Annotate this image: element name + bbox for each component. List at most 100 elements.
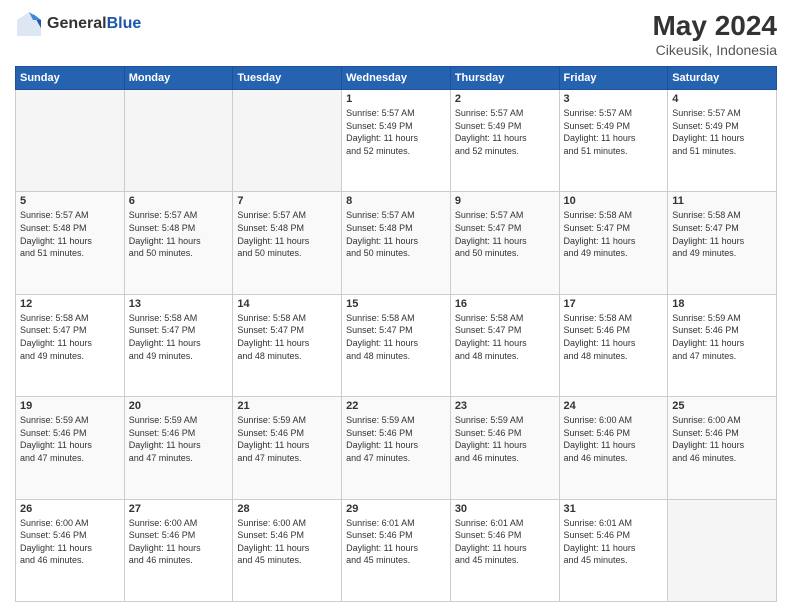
location: Cikeusik, Indonesia bbox=[652, 42, 777, 58]
day-info: Sunrise: 5:58 AM Sunset: 5:47 PM Dayligh… bbox=[564, 209, 664, 259]
calendar-cell: 20 Sunrise: 5:59 AM Sunset: 5:46 PM Dayli… bbox=[124, 397, 233, 499]
day-number: 18 bbox=[672, 298, 772, 310]
calendar-cell: 9 Sunrise: 5:57 AM Sunset: 5:47 PM Daylig… bbox=[450, 192, 559, 294]
day-number: 23 bbox=[455, 400, 555, 412]
day-info: Sunrise: 6:01 AM Sunset: 5:46 PM Dayligh… bbox=[455, 517, 555, 567]
weekday-header-saturday: Saturday bbox=[668, 67, 777, 90]
day-info: Sunrise: 5:57 AM Sunset: 5:49 PM Dayligh… bbox=[455, 107, 555, 157]
calendar-cell bbox=[668, 499, 777, 601]
day-info: Sunrise: 5:57 AM Sunset: 5:48 PM Dayligh… bbox=[346, 209, 446, 259]
weekday-header-sunday: Sunday bbox=[16, 67, 125, 90]
calendar-cell: 1Sunrise: 5:57 AM Sunset: 5:49 PM Daylig… bbox=[342, 90, 451, 192]
day-number: 13 bbox=[129, 298, 229, 310]
day-number: 22 bbox=[346, 400, 446, 412]
day-number: 5 bbox=[20, 195, 120, 207]
calendar-table: SundayMondayTuesdayWednesdayThursdayFrid… bbox=[15, 66, 777, 602]
calendar-week-3: 12 Sunrise: 5:58 AM Sunset: 5:47 PM Dayli… bbox=[16, 294, 777, 396]
month-year: May 2024 bbox=[652, 10, 777, 42]
weekday-header-row: SundayMondayTuesdayWednesdayThursdayFrid… bbox=[16, 67, 777, 90]
calendar-cell: 24Sunrise: 6:00 AM Sunset: 5:46 PM Dayli… bbox=[559, 397, 668, 499]
day-number: 2 bbox=[455, 93, 555, 105]
calendar-cell: 31 Sunrise: 6:01 AM Sunset: 5:46 PM Dayli… bbox=[559, 499, 668, 601]
day-number: 17 bbox=[564, 298, 664, 310]
calendar-cell: 21Sunrise: 5:59 AM Sunset: 5:46 PM Dayli… bbox=[233, 397, 342, 499]
day-info: Sunrise: 6:00 AM Sunset: 5:46 PM Dayligh… bbox=[129, 517, 229, 567]
calendar-cell bbox=[16, 90, 125, 192]
day-info: Sunrise: 5:59 AM Sunset: 5:46 PM Dayligh… bbox=[129, 414, 229, 464]
day-info: Sunrise: 5:57 AM Sunset: 5:47 PM Dayligh… bbox=[455, 209, 555, 259]
calendar-cell: 29Sunrise: 6:01 AM Sunset: 5:46 PM Dayli… bbox=[342, 499, 451, 601]
day-number: 25 bbox=[672, 400, 772, 412]
day-info: Sunrise: 6:00 AM Sunset: 5:46 PM Dayligh… bbox=[20, 517, 120, 567]
day-number: 14 bbox=[237, 298, 337, 310]
calendar-cell: 2 Sunrise: 5:57 AM Sunset: 5:49 PM Daylig… bbox=[450, 90, 559, 192]
day-number: 31 bbox=[564, 503, 664, 515]
calendar-cell: 5 Sunrise: 5:57 AM Sunset: 5:48 PM Daylig… bbox=[16, 192, 125, 294]
day-info: Sunrise: 5:57 AM Sunset: 5:48 PM Dayligh… bbox=[20, 209, 120, 259]
day-number: 19 bbox=[20, 400, 120, 412]
calendar-cell: 8 Sunrise: 5:57 AM Sunset: 5:48 PM Daylig… bbox=[342, 192, 451, 294]
day-number: 27 bbox=[129, 503, 229, 515]
calendar-cell: 6Sunrise: 5:57 AM Sunset: 5:48 PM Daylig… bbox=[124, 192, 233, 294]
weekday-header-wednesday: Wednesday bbox=[342, 67, 451, 90]
calendar-cell: 3 Sunrise: 5:57 AM Sunset: 5:49 PM Daylig… bbox=[559, 90, 668, 192]
calendar-cell: 30Sunrise: 6:01 AM Sunset: 5:46 PM Dayli… bbox=[450, 499, 559, 601]
calendar-week-2: 5 Sunrise: 5:57 AM Sunset: 5:48 PM Daylig… bbox=[16, 192, 777, 294]
calendar-cell: 14Sunrise: 5:58 AM Sunset: 5:47 PM Dayli… bbox=[233, 294, 342, 396]
calendar-cell bbox=[124, 90, 233, 192]
day-info: Sunrise: 5:59 AM Sunset: 5:46 PM Dayligh… bbox=[20, 414, 120, 464]
day-number: 7 bbox=[237, 195, 337, 207]
header: GeneralBlue May 2024 Cikeusik, Indonesia bbox=[15, 10, 777, 58]
day-number: 8 bbox=[346, 195, 446, 207]
calendar-cell: 23 Sunrise: 5:59 AM Sunset: 5:46 PM Dayli… bbox=[450, 397, 559, 499]
day-number: 9 bbox=[455, 195, 555, 207]
day-number: 11 bbox=[672, 195, 772, 207]
day-info: Sunrise: 5:57 AM Sunset: 5:48 PM Dayligh… bbox=[237, 209, 337, 259]
day-info: Sunrise: 5:58 AM Sunset: 5:47 PM Dayligh… bbox=[672, 209, 772, 259]
day-number: 26 bbox=[20, 503, 120, 515]
day-info: Sunrise: 5:58 AM Sunset: 5:46 PM Dayligh… bbox=[564, 312, 664, 362]
day-number: 24 bbox=[564, 400, 664, 412]
day-info: Sunrise: 5:57 AM Sunset: 5:49 PM Dayligh… bbox=[346, 107, 446, 157]
day-number: 6 bbox=[129, 195, 229, 207]
calendar-cell: 7 Sunrise: 5:57 AM Sunset: 5:48 PM Daylig… bbox=[233, 192, 342, 294]
calendar-cell: 4Sunrise: 5:57 AM Sunset: 5:49 PM Daylig… bbox=[668, 90, 777, 192]
calendar-week-4: 19 Sunrise: 5:59 AM Sunset: 5:46 PM Dayli… bbox=[16, 397, 777, 499]
calendar-cell: 26 Sunrise: 6:00 AM Sunset: 5:46 PM Dayli… bbox=[16, 499, 125, 601]
day-number: 3 bbox=[564, 93, 664, 105]
calendar-cell: 28 Sunrise: 6:00 AM Sunset: 5:46 PM Dayli… bbox=[233, 499, 342, 601]
day-number: 15 bbox=[346, 298, 446, 310]
logo-text: GeneralBlue bbox=[47, 15, 141, 33]
day-info: Sunrise: 5:59 AM Sunset: 5:46 PM Dayligh… bbox=[455, 414, 555, 464]
title-block: May 2024 Cikeusik, Indonesia bbox=[652, 10, 777, 58]
day-number: 12 bbox=[20, 298, 120, 310]
weekday-header-tuesday: Tuesday bbox=[233, 67, 342, 90]
calendar-cell: 19 Sunrise: 5:59 AM Sunset: 5:46 PM Dayli… bbox=[16, 397, 125, 499]
day-number: 16 bbox=[455, 298, 555, 310]
calendar-cell: 15 Sunrise: 5:58 AM Sunset: 5:47 PM Dayli… bbox=[342, 294, 451, 396]
calendar-week-1: 1Sunrise: 5:57 AM Sunset: 5:49 PM Daylig… bbox=[16, 90, 777, 192]
day-number: 28 bbox=[237, 503, 337, 515]
day-number: 29 bbox=[346, 503, 446, 515]
day-info: Sunrise: 6:00 AM Sunset: 5:46 PM Dayligh… bbox=[672, 414, 772, 464]
weekday-header-monday: Monday bbox=[124, 67, 233, 90]
calendar-cell bbox=[233, 90, 342, 192]
page: GeneralBlue May 2024 Cikeusik, Indonesia… bbox=[0, 0, 792, 612]
calendar-cell: 10 Sunrise: 5:58 AM Sunset: 5:47 PM Dayli… bbox=[559, 192, 668, 294]
calendar-cell: 22 Sunrise: 5:59 AM Sunset: 5:46 PM Dayli… bbox=[342, 397, 451, 499]
calendar-cell: 12Sunrise: 5:58 AM Sunset: 5:47 PM Dayli… bbox=[16, 294, 125, 396]
weekday-header-thursday: Thursday bbox=[450, 67, 559, 90]
day-info: Sunrise: 5:58 AM Sunset: 5:47 PM Dayligh… bbox=[346, 312, 446, 362]
calendar-cell: 11 Sunrise: 5:58 AM Sunset: 5:47 PM Dayli… bbox=[668, 192, 777, 294]
calendar-cell: 27 Sunrise: 6:00 AM Sunset: 5:46 PM Dayli… bbox=[124, 499, 233, 601]
day-info: Sunrise: 5:58 AM Sunset: 5:47 PM Dayligh… bbox=[129, 312, 229, 362]
day-number: 10 bbox=[564, 195, 664, 207]
day-info: Sunrise: 5:57 AM Sunset: 5:49 PM Dayligh… bbox=[564, 107, 664, 157]
day-number: 21 bbox=[237, 400, 337, 412]
calendar-cell: 17 Sunrise: 5:58 AM Sunset: 5:46 PM Dayli… bbox=[559, 294, 668, 396]
day-info: Sunrise: 6:01 AM Sunset: 5:46 PM Dayligh… bbox=[564, 517, 664, 567]
day-number: 20 bbox=[129, 400, 229, 412]
day-info: Sunrise: 5:59 AM Sunset: 5:46 PM Dayligh… bbox=[346, 414, 446, 464]
day-info: Sunrise: 6:00 AM Sunset: 5:46 PM Dayligh… bbox=[237, 517, 337, 567]
calendar-cell: 18Sunrise: 5:59 AM Sunset: 5:46 PM Dayli… bbox=[668, 294, 777, 396]
